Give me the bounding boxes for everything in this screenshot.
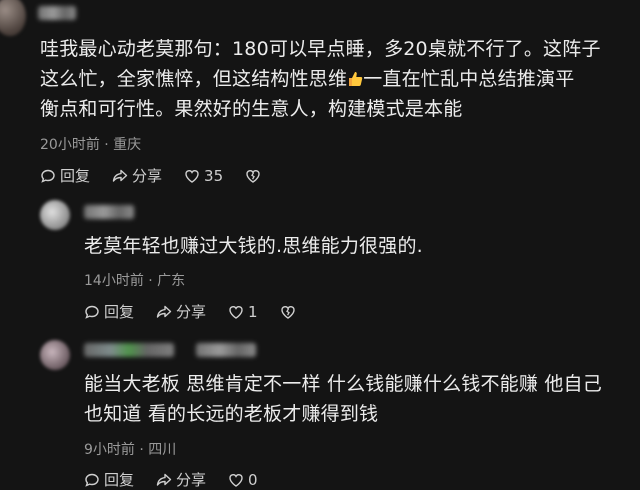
thumbs-up-emoji-icon [349, 72, 363, 86]
avatar[interactable] [0, 0, 26, 36]
share-icon [156, 305, 172, 318]
comment-line: 衡点和可行性。果然好的生意人，构建模式是本能 [40, 98, 463, 120]
share-button[interactable]: 分享 [112, 165, 162, 186]
comment-1: 哇我最心动老莫那句：180可以早点睡，多20桌就不行了。这阵子 这么忙，全家憔悴… [0, 0, 640, 195]
comment-text: 老莫年轻也赚过大钱的.思维能力很强的. [84, 231, 634, 261]
like-button[interactable]: 35 [184, 167, 223, 185]
comment-line: 哇我最心动老莫那句：180可以早点睡，多20桌就不行了。这阵子 [40, 38, 601, 60]
comment-line: 老莫年轻也赚过大钱的.思维能力很强的. [84, 235, 423, 257]
like-count: 1 [248, 302, 258, 321]
like-button[interactable]: 1 [228, 303, 258, 321]
comment-meta: 14小时前 · 广东 [84, 273, 186, 289]
comment-actions: 回复 分享 0 [84, 469, 258, 490]
comment-meta: 20小时前 · 重庆 [40, 137, 142, 153]
reply-icon [41, 169, 55, 183]
heart-icon [229, 305, 243, 319]
comment-actions: 回复 分享 1 [84, 301, 296, 322]
comment-actions: 回复 分享 35 [40, 165, 261, 186]
reply-button[interactable]: 回复 [40, 165, 90, 186]
reply-button[interactable]: 回复 [84, 469, 134, 490]
comment-2: 老莫年轻也赚过大钱的.思维能力很强的. 14小时前 · 广东 回复 分享 1 [0, 195, 640, 335]
share-icon [156, 473, 172, 486]
share-button[interactable]: 分享 [156, 301, 206, 322]
comment-line: 这么忙，全家憔悴，但这结构性思维 一直在忙乱中总结推演平 [40, 68, 575, 90]
avatar[interactable] [40, 340, 70, 370]
comment-text: 能当大老板 思维肯定不一样 什么钱能赚什么钱不能赚 他自己 也知道 看的长远的老… [84, 369, 640, 429]
broken-heart-icon [246, 169, 260, 183]
dislike-button[interactable] [280, 304, 296, 320]
username-blurred[interactable] [84, 205, 134, 219]
like-count: 0 [248, 470, 258, 489]
dislike-button[interactable] [245, 168, 261, 184]
comment-meta: 9小时前 · 四川 [84, 442, 177, 458]
like-count: 35 [204, 166, 224, 185]
heart-icon [229, 473, 243, 487]
comment-3: 能当大老板 思维肯定不一样 什么钱能赚什么钱不能赚 他自己 也知道 看的长远的老… [0, 335, 640, 489]
comment-line: 也知道 看的长远的老板才赚得到钱 [84, 403, 379, 425]
comment-line: 能当大老板 思维肯定不一样 什么钱能赚什么钱不能赚 他自己 [84, 373, 602, 395]
heart-icon [185, 169, 199, 183]
comment-text: 哇我最心动老莫那句：180可以早点睡，多20桌就不行了。这阵子 这么忙，全家憔悴… [40, 34, 640, 124]
reply-icon [85, 305, 99, 319]
username-blurred[interactable] [84, 343, 174, 357]
share-icon [112, 169, 128, 182]
username-blurred[interactable] [196, 343, 256, 357]
broken-heart-icon [280, 305, 295, 319]
reply-button[interactable]: 回复 [84, 301, 134, 322]
like-button[interactable]: 0 [228, 471, 258, 489]
share-button[interactable]: 分享 [156, 469, 206, 490]
username-blurred[interactable] [38, 6, 76, 20]
reply-icon [85, 473, 99, 487]
avatar[interactable] [40, 200, 70, 230]
